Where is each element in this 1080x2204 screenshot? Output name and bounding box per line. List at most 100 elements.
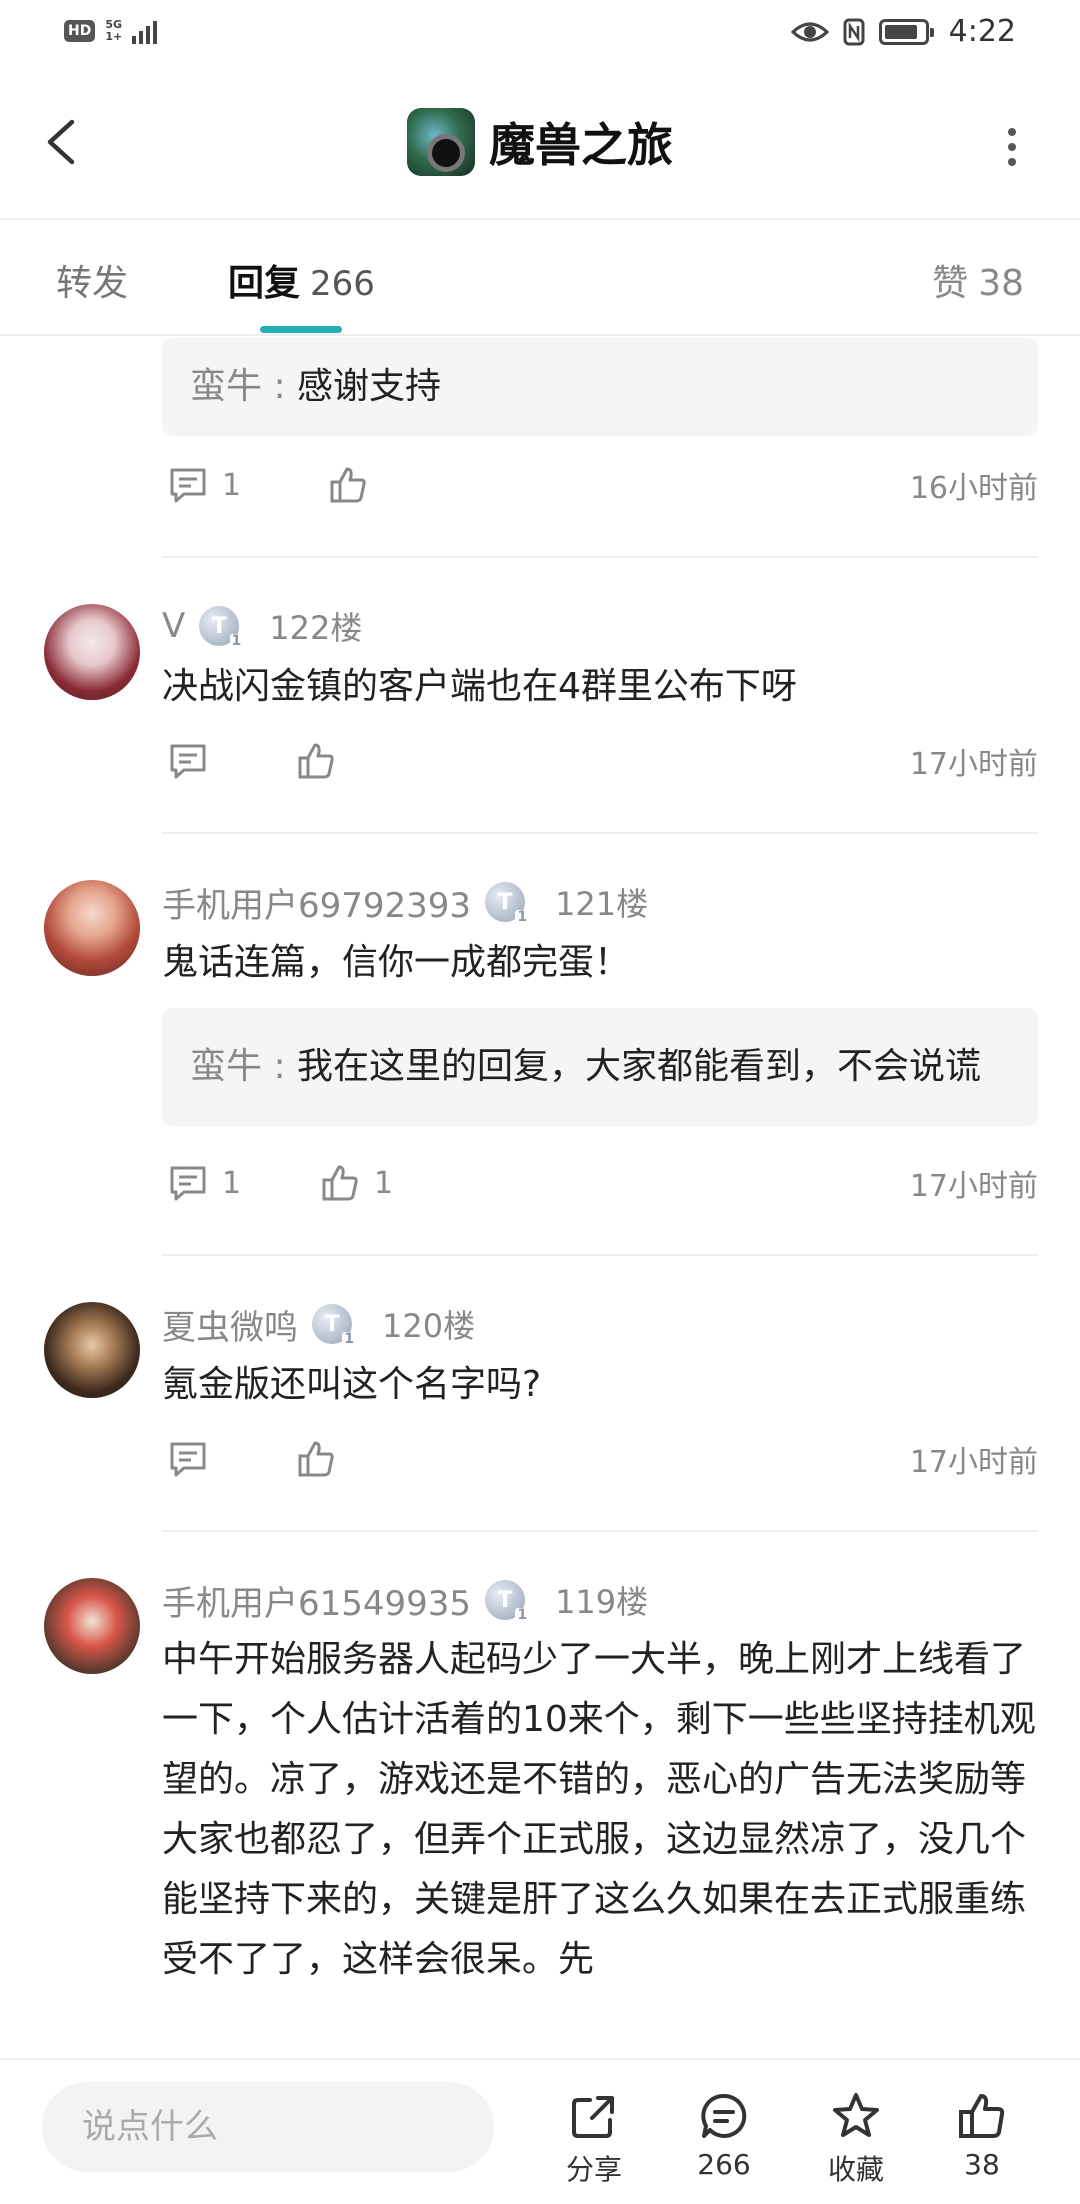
reply-text: 我在这里的回复，大家都能看到，不会说谎 — [297, 1046, 982, 1087]
header: 魔兽之旅 — [0, 66, 1080, 220]
status-left: HD 5G 1+ — [64, 18, 158, 44]
floor-number: 120楼 — [382, 1307, 476, 1345]
comment-input[interactable]: 说点什么 — [42, 2082, 494, 2172]
tab-like-label: 赞 — [932, 263, 969, 304]
status-bar: HD 5G 1+ 4:22 — [0, 0, 1080, 66]
comment-meta: V T 122楼 — [162, 596, 1080, 656]
reply-button[interactable] — [168, 1440, 222, 1478]
comment-icon — [170, 1166, 206, 1201]
reply-quote[interactable]: 蛮牛 : 我在这里的回复，大家都能看到，不会说谎 — [162, 1008, 1038, 1126]
avatar[interactable] — [44, 1302, 140, 1398]
comment-count-button[interactable]: 266 — [674, 2090, 774, 2181]
favorite-button[interactable]: 收藏 — [806, 2090, 906, 2188]
comment-meta: 手机用户69792393 T 121楼 — [162, 872, 1080, 932]
comment-author[interactable]: V — [162, 606, 185, 646]
comment-bubble-icon — [701, 2093, 747, 2138]
comment-actions: 17小时前 — [162, 726, 1038, 796]
reply-button[interactable]: 1 — [168, 1164, 241, 1202]
comment-list[interactable]: 蛮牛 : 感谢支持 1 16小时前 V T 122楼 决战闪金镇的客户端也在4群… — [0, 338, 1080, 1990]
comment-text: 鬼话连篇，信你一成都完蛋！ — [162, 942, 631, 983]
comment-meta: 夏虫微鸣 T 120楼 — [162, 1294, 1080, 1354]
avatar[interactable] — [44, 1578, 140, 1674]
floor-number: 119楼 — [555, 1583, 649, 1621]
reply-author[interactable]: 蛮牛 — [190, 1046, 262, 1087]
thumbs-up-icon — [298, 1441, 334, 1477]
favorite-label: 收藏 — [827, 2153, 884, 2186]
page-title: 魔兽之旅 — [489, 118, 673, 172]
reply-button[interactable]: 1 — [168, 466, 241, 504]
hd-indicator: HD — [64, 20, 96, 42]
star-icon — [833, 2093, 879, 2137]
tab-forward[interactable]: 转发 — [56, 254, 128, 306]
comment-time: 16小时前 — [909, 471, 1038, 506]
header-title-group: 魔兽之旅 — [0, 108, 1080, 176]
tab-reply-count: 266 — [310, 264, 375, 304]
divider — [162, 1254, 1038, 1256]
bottom-action-bar: 说点什么 分享 266 收藏 38 — [0, 2058, 1080, 2204]
thumbs-up-icon — [330, 467, 366, 503]
level-badge-icon: T — [485, 882, 530, 924]
share-icon — [572, 2096, 614, 2138]
comment-actions: 17小时前 — [162, 1424, 1038, 1494]
like-post-button[interactable]: 38 — [932, 2090, 1032, 2181]
share-label: 分享 — [565, 2153, 622, 2186]
like-button[interactable] — [296, 1439, 350, 1479]
comment-icon — [170, 744, 206, 779]
comment-author[interactable]: 手机用户69792393 — [162, 878, 471, 927]
comment-text: 氪金版还叫这个名字吗? — [162, 1364, 542, 1405]
reply-author[interactable]: 蛮牛 — [190, 366, 262, 407]
like-button[interactable] — [296, 741, 350, 781]
divider — [162, 556, 1038, 558]
reply-count: 1 — [222, 467, 242, 503]
level-badge-icon: T — [485, 1580, 530, 1622]
like-post-count: 38 — [964, 2148, 1000, 2181]
reply-quote[interactable]: 蛮牛 : 感谢支持 — [162, 338, 1038, 436]
thumbs-up-icon — [298, 743, 334, 779]
tab-bar: 转发 回复 266 赞 38 — [0, 220, 1080, 336]
thumbs-up-icon — [959, 2094, 1005, 2138]
reply-text: 感谢支持 — [297, 366, 442, 407]
comment-text: 中午开始服务器人起码少了一大半，晚上刚才上线看了一下，个人估计活着的10来个，剩… — [162, 1639, 1036, 1980]
comment-item: 蛮牛 : 感谢支持 1 16小时前 — [0, 338, 1080, 558]
comment-author[interactable]: 手机用户61549935 — [162, 1576, 471, 1625]
eye-icon — [790, 22, 829, 41]
comment-icon — [170, 1442, 206, 1477]
comment-text: 决战闪金镇的客户端也在4群里公布下呀 — [162, 666, 797, 707]
comment-item: V T 122楼 决战闪金镇的客户端也在4群里公布下呀 17小时前 — [0, 596, 1080, 834]
comment-actions: 1 1 17小时前 — [162, 1148, 1038, 1218]
comment-meta: 手机用户61549935 T 119楼 — [162, 1570, 1080, 1630]
avatar[interactable] — [44, 604, 140, 700]
comment-item: 夏虫微鸣 T 120楼 氪金版还叫这个名字吗? 17小时前 — [0, 1294, 1080, 1532]
like-count: 1 — [374, 1165, 394, 1201]
comment-item: 手机用户61549935 T 119楼 中午开始服务器人起码少了一大半，晚上刚才… — [0, 1570, 1080, 1990]
thumbs-up-icon — [322, 1165, 358, 1201]
tab-like[interactable]: 赞 38 — [932, 254, 1024, 306]
network-sub: 1+ — [105, 30, 123, 43]
tab-like-count: 38 — [978, 263, 1024, 304]
battery-icon — [878, 18, 934, 45]
comment-time: 17小时前 — [909, 1169, 1038, 1204]
tab-forward-label: 转发 — [56, 263, 129, 304]
clock: 4:22 — [948, 14, 1016, 49]
tab-reply-label: 回复 — [228, 263, 301, 304]
avatar[interactable] — [44, 880, 140, 976]
tab-reply[interactable]: 回复 266 — [228, 254, 375, 306]
signal-icon — [132, 18, 158, 44]
more-options-icon[interactable] — [1008, 128, 1018, 173]
network-indicator: 5G 1+ — [105, 19, 122, 43]
comment-time: 17小时前 — [909, 1445, 1038, 1480]
comment-item: 手机用户69792393 T 121楼 鬼话连篇，信你一成都完蛋！ 蛮牛 : 我… — [0, 872, 1080, 1256]
floor-number: 122楼 — [269, 609, 363, 647]
level-badge-icon: T — [312, 1304, 356, 1346]
like-button[interactable]: 1 — [320, 1163, 393, 1203]
active-tab-indicator — [260, 326, 342, 333]
reply-button[interactable] — [168, 742, 222, 780]
comment-author[interactable]: 夏虫微鸣 — [162, 1300, 298, 1349]
divider — [162, 1530, 1038, 1532]
share-button[interactable]: 分享 — [544, 2090, 644, 2188]
divider — [162, 832, 1038, 834]
like-button[interactable] — [328, 465, 382, 505]
comment-actions: 1 16小时前 — [162, 450, 1038, 520]
comment-count: 266 — [697, 2148, 751, 2181]
comment-time: 17小时前 — [909, 747, 1038, 782]
